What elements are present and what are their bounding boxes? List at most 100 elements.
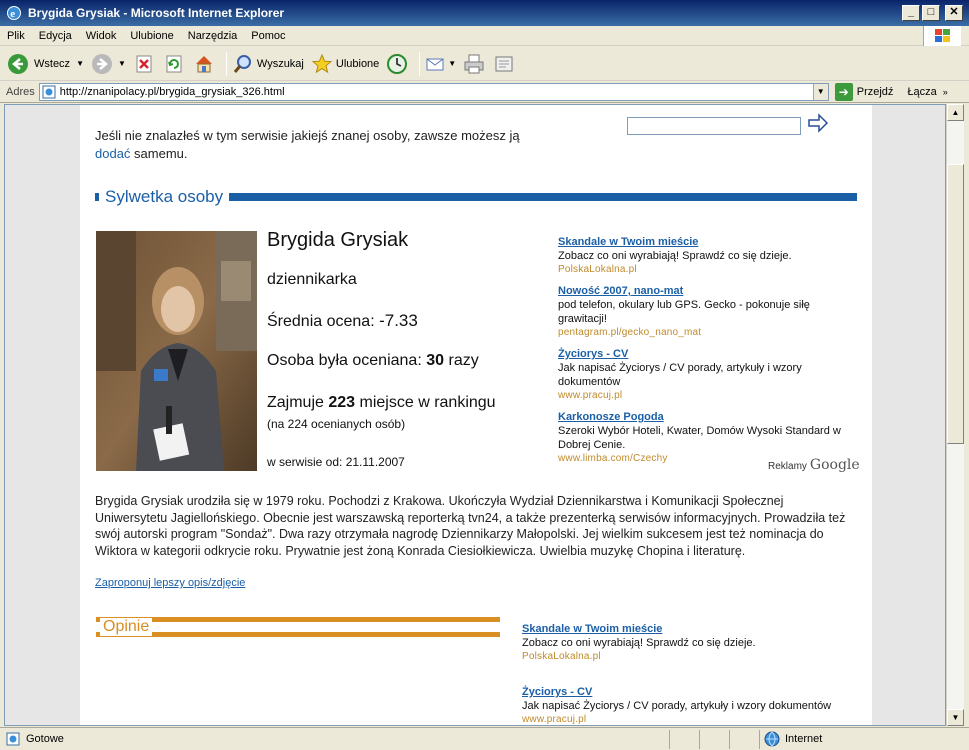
back-button[interactable]: Wstecz ▼: [6, 52, 84, 76]
address-url: http://znanipolacy.pl/brygida_grysiak_32…: [59, 85, 285, 98]
favorites-button[interactable]: Ulubione: [310, 52, 379, 76]
opinions-title: Opinie: [100, 618, 153, 636]
ad-url[interactable]: PolskaLokalna.pl: [558, 263, 858, 276]
ad-item: Życiorys - CV Jak napisać Życiorys / CV …: [558, 347, 858, 402]
ad-title-link[interactable]: Życiorys - CV: [558, 347, 858, 361]
menu-favorites[interactable]: Ulubione: [123, 30, 180, 42]
ads-block-secondary: Skandale w Twoim mieście Zobacz co oni w…: [522, 622, 862, 725]
section-bar: [229, 193, 857, 201]
edit-button[interactable]: [492, 52, 516, 76]
close-button[interactable]: ✕: [945, 5, 963, 21]
web-page: Jeśli nie znalazłeś w tym serwisie jakie…: [80, 105, 872, 725]
vertical-scrollbar[interactable]: ▲ ▼: [946, 104, 964, 726]
security-zone: Internet: [759, 729, 969, 749]
toolbar-separator: [225, 51, 227, 76]
ad-url[interactable]: www.pracuj.pl: [522, 713, 862, 725]
ad-title-link[interactable]: Nowość 2007, nano-mat: [558, 284, 858, 298]
ad-title-link[interactable]: Skandale w Twoim mieście: [522, 622, 862, 636]
menu-edit[interactable]: Edycja: [32, 30, 79, 42]
history-button[interactable]: [385, 52, 409, 76]
scroll-up-icon[interactable]: ▲: [947, 104, 964, 121]
window-title: Brygida Grysiak - Microsoft Internet Exp…: [28, 6, 285, 20]
rating-count-value: 30: [426, 352, 445, 369]
maximize-button[interactable]: □: [922, 5, 940, 21]
ad-title-link[interactable]: Życiorys - CV: [522, 685, 862, 699]
ranking-prefix: Zajmuje: [267, 394, 324, 411]
scrollbar-thumb[interactable]: [947, 164, 964, 444]
mail-icon: [424, 52, 448, 76]
section-title: Sylwetka osoby: [105, 187, 224, 206]
average-rating-value: -7.33: [379, 311, 418, 330]
refresh-button[interactable]: [162, 52, 186, 76]
site-search-input[interactable]: [627, 117, 801, 135]
back-dropdown-icon[interactable]: ▼: [76, 59, 84, 68]
document-edit-icon: [492, 52, 516, 76]
suggest-description-link[interactable]: Zaproponuj lepszy opis/zdjęcie: [95, 577, 245, 589]
stop-button[interactable]: [132, 52, 156, 76]
ad-url[interactable]: PolskaLokalna.pl: [522, 650, 862, 663]
status-panel: [729, 729, 759, 749]
menu-file[interactable]: Plik: [0, 30, 32, 42]
status-left: Gotowe: [0, 732, 669, 746]
menu-view[interactable]: Widok: [79, 30, 124, 42]
status-panel: [699, 729, 729, 749]
person-photo: [96, 231, 257, 471]
rating-count: Osoba była oceniana: 30 razy: [267, 352, 479, 370]
chevron-right-icon: »: [942, 86, 948, 97]
favorites-label: Ulubione: [335, 57, 380, 70]
ad-url[interactable]: www.pracuj.pl: [558, 389, 858, 402]
history-icon: [385, 52, 409, 76]
ads-by-google[interactable]: Reklamy Google: [768, 457, 860, 473]
go-label: Przejdź: [856, 85, 894, 98]
home-button[interactable]: [192, 52, 216, 76]
address-label: Adres: [6, 85, 35, 98]
magnifier-icon: [231, 52, 255, 76]
forward-arrow-icon: [90, 52, 114, 76]
forward-button[interactable]: ▼: [90, 52, 126, 76]
address-dropdown-icon[interactable]: ▼: [812, 83, 828, 100]
forward-dropdown-icon[interactable]: ▼: [118, 59, 126, 68]
average-rating-label: Średnia ocena:: [267, 313, 375, 330]
print-button[interactable]: [462, 52, 486, 76]
mail-dropdown-icon[interactable]: ▼: [448, 59, 456, 68]
ad-description: Jak napisać Życiorys / CV porady, artyku…: [558, 362, 802, 388]
add-person-link[interactable]: dodać: [95, 146, 130, 161]
ads-block: Skandale w Twoim mieście Zobacz co oni w…: [558, 235, 858, 473]
window-titlebar: e Brygida Grysiak - Microsoft Internet E…: [0, 0, 969, 26]
links-label: Łącza: [907, 85, 937, 98]
menu-help[interactable]: Pomoc: [244, 30, 292, 42]
rating-count-label: Osoba była oceniana:: [267, 352, 422, 369]
profile-section-header: Sylwetka osoby: [95, 187, 857, 207]
stop-icon: [132, 52, 156, 76]
star-icon: [310, 52, 334, 76]
menu-tools[interactable]: Narzędzia: [181, 30, 245, 42]
ad-title-link[interactable]: Karkonosze Pogoda: [558, 410, 858, 424]
opinions-section-header: Opinie: [96, 617, 500, 637]
ad-url[interactable]: pentagram.pl/gecko_nano_mat: [558, 326, 858, 339]
search-button[interactable]: Wyszukaj: [231, 52, 304, 76]
member-since: w serwisie od: 21.11.2007: [267, 455, 405, 469]
section-marker: [95, 193, 99, 201]
home-icon: [192, 52, 216, 76]
person-role: dziennikarka: [267, 271, 357, 288]
minimize-button[interactable]: _: [902, 5, 920, 21]
status-text: Gotowe: [26, 733, 64, 745]
go-button[interactable]: ➔ Przejdź: [834, 82, 894, 101]
ad-title-link[interactable]: Skandale w Twoim mieście: [558, 235, 858, 249]
status-panel: [669, 729, 699, 749]
person-biography: Brygida Grysiak urodziła się w 1979 roku…: [95, 494, 846, 558]
ad-description: Szeroki Wybór Hoteli, Kwater, Domów Wyso…: [558, 425, 841, 451]
mail-button[interactable]: ▼: [424, 52, 456, 76]
back-arrow-icon: [6, 52, 30, 76]
windows-logo-icon: [923, 26, 961, 46]
person-name: Brygida Grysiak: [267, 229, 409, 251]
toolbar: Wstecz ▼ ▼ Wyszukaj Ulubione ▼: [0, 47, 969, 81]
search-submit-arrow-icon[interactable]: [807, 113, 829, 133]
ad-item: Skandale w Twoim mieście Zobacz co oni w…: [558, 235, 858, 276]
zone-label: Internet: [785, 733, 823, 745]
links-button[interactable]: Łącza »: [907, 86, 947, 98]
address-input[interactable]: http://znanipolacy.pl/brygida_grysiak_32…: [38, 82, 829, 101]
window-controls: _ □ ✕: [902, 5, 965, 21]
scroll-down-icon[interactable]: ▼: [947, 709, 964, 726]
refresh-icon: [162, 52, 186, 76]
